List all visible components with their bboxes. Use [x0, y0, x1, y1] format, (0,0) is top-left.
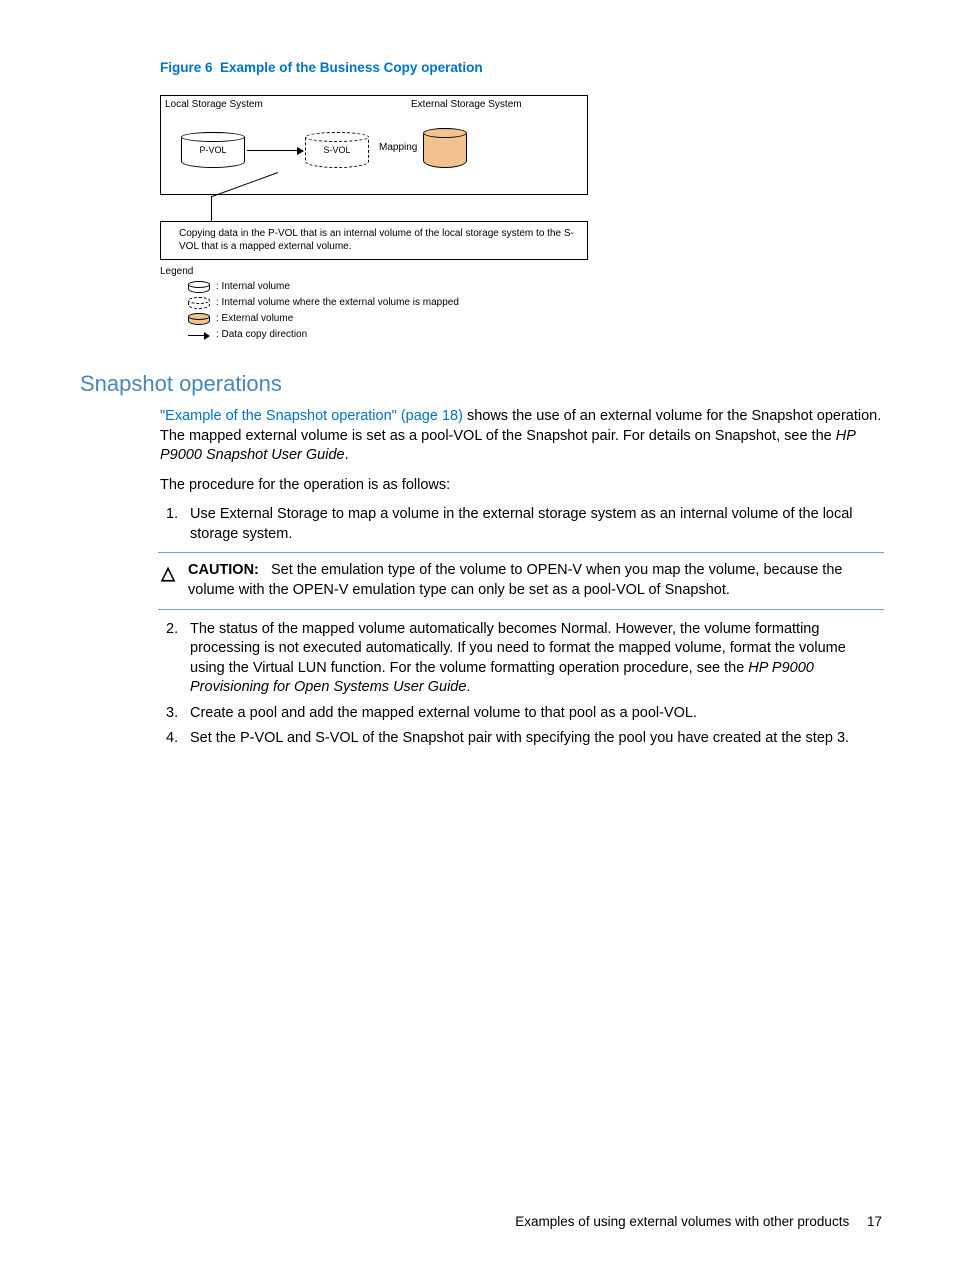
page-footer: Examples of using external volumes with … [515, 1214, 882, 1229]
legend-item: : Internal volume where the external vol… [216, 296, 459, 309]
caution-block: △ CAUTION: Set the emulation type of the… [158, 552, 884, 609]
external-volume-icon [188, 313, 210, 325]
diagram-note: Copying data in the P-VOL that is an int… [160, 221, 588, 260]
section-heading: Snapshot operations [80, 371, 884, 397]
caution-label: CAUTION: [188, 562, 259, 578]
figure-diagram: Local Storage System External Storage Sy… [160, 95, 884, 341]
svol-cylinder-icon: S-VOL [305, 132, 369, 168]
cross-reference-link[interactable]: "Example of the Snapshot operation" (pag… [160, 408, 463, 424]
arrow-icon [188, 329, 210, 341]
list-item: 2. The status of the mapped volume autom… [160, 620, 884, 698]
step-number: 4. [160, 729, 190, 749]
note-connector-line [211, 196, 301, 222]
legend-item: : Internal volume [216, 280, 290, 293]
diagram-note-text: Copying data in the P-VOL that is an int… [179, 228, 574, 252]
caution-text: Set the emulation type of the volume to … [188, 562, 842, 598]
external-system-label: External Storage System [411, 99, 522, 110]
figure-title: Example of the Business Copy operation [220, 60, 483, 75]
mapped-volume-icon [188, 297, 210, 309]
legend: Legend : Internal volume : Internal volu… [160, 266, 884, 341]
procedure-lead: The procedure for the operation is as fo… [160, 476, 884, 496]
list-item: 4. Set the P-VOL and S-VOL of the Snapsh… [160, 729, 884, 749]
mapping-label: Mapping [379, 142, 417, 153]
internal-volume-icon [188, 281, 210, 293]
list-item: 3. Create a pool and add the mapped exte… [160, 704, 884, 724]
copy-arrow-icon [247, 150, 303, 151]
legend-item: : Data copy direction [216, 328, 307, 341]
intro-end: . [345, 447, 349, 463]
caution-triangle-icon: △ [158, 561, 178, 600]
figure-label: Figure 6 [160, 60, 213, 75]
step-text: Use External Storage to map a volume in … [190, 505, 884, 544]
step-number: 3. [160, 704, 190, 724]
pvol-cylinder-icon: P-VOL [181, 132, 245, 168]
svol-label: S-VOL [306, 145, 368, 155]
list-item: 1. Use External Storage to map a volume … [160, 505, 884, 544]
figure-caption: Figure 6 Example of the Business Copy op… [160, 60, 884, 75]
step-text: Create a pool and add the mapped externa… [190, 704, 884, 724]
step-text: The status of the mapped volume automati… [190, 620, 884, 698]
intro-paragraph: "Example of the Snapshot operation" (pag… [160, 407, 884, 466]
pvol-label: P-VOL [182, 145, 244, 155]
step-number: 1. [160, 505, 190, 544]
legend-item: : External volume [216, 312, 293, 325]
step-number: 2. [160, 620, 190, 698]
footer-text: Examples of using external volumes with … [515, 1214, 849, 1229]
caution-body: CAUTION: Set the emulation type of the v… [188, 561, 884, 600]
page-number: 17 [867, 1214, 882, 1229]
legend-title: Legend [160, 266, 884, 277]
local-system-label: Local Storage System [165, 99, 263, 110]
external-volume-cylinder-icon [423, 128, 467, 168]
step-text: Set the P-VOL and S-VOL of the Snapshot … [190, 729, 884, 749]
diagram-frame: Local Storage System External Storage Sy… [160, 95, 588, 195]
